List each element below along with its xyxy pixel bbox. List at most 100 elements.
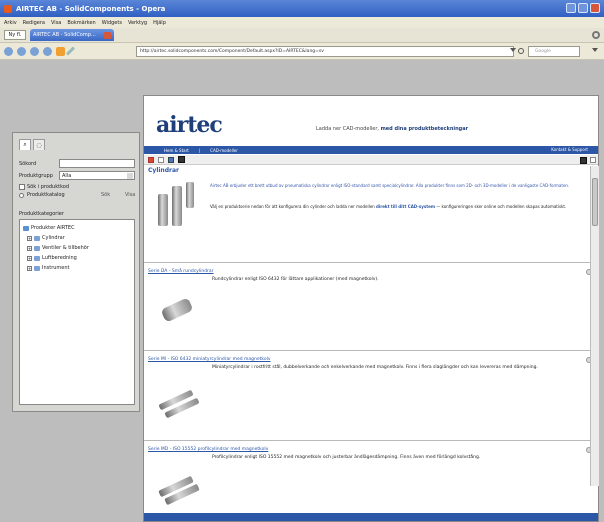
tree-node-root[interactable]: Produkter AIRTEC [23, 223, 131, 233]
airtec-logo[interactable]: airtec [156, 112, 223, 138]
menu-item-widgets[interactable]: Widgets [102, 20, 122, 26]
tree-node-label: Instrument [42, 265, 70, 271]
search-dropdown-icon[interactable] [592, 48, 598, 52]
product-code-checkbox[interactable] [19, 184, 25, 190]
show-button[interactable]: Visa [125, 192, 135, 198]
product-item: Serie MI - ISO 6432 miniatyrcylindrar me… [144, 350, 598, 438]
cylinders-image [158, 182, 202, 234]
window-title: AIRTEC AB - SolidComponents - Opera [16, 4, 166, 13]
close-icon[interactable] [148, 156, 154, 163]
rewind-button[interactable] [30, 46, 39, 56]
expand-icon[interactable]: + [27, 245, 32, 251]
folder-icon [34, 245, 40, 251]
nav-link-contact[interactable]: Kontakt & Support [551, 147, 588, 152]
menu-item-bookmarks[interactable]: Bokmärken [67, 20, 95, 26]
view-icons [580, 157, 596, 164]
address-dropdown-icon[interactable] [510, 48, 516, 52]
home-icon[interactable] [158, 156, 164, 163]
tree-node-label: Cylindrar [42, 235, 65, 241]
page-footer-bar [144, 513, 598, 521]
pen-icon[interactable] [65, 46, 76, 56]
page-scrollbar[interactable] [590, 166, 599, 486]
window-titlebar: AIRTEC AB - SolidComponents - Opera [0, 0, 604, 17]
stop-icon[interactable] [178, 156, 185, 163]
nav-link-home[interactable]: Hem & Start [164, 148, 189, 153]
opera-icon [4, 4, 12, 13]
fast-forward-button[interactable] [43, 46, 52, 56]
gear-icon[interactable] [592, 31, 600, 39]
tree-node-label: Produkter AIRTEC [31, 225, 75, 231]
expand-icon[interactable]: + [27, 265, 32, 271]
tab-bar: Ny fl. AIRTEC AB - SolidComp... [0, 28, 604, 43]
product-item: Serie DA - Små rundcylindrar Rundcylindr… [144, 262, 598, 348]
search-button[interactable]: Sök [101, 192, 110, 198]
expand-icon[interactable]: + [27, 255, 32, 261]
product-title-link[interactable]: Serie MI - ISO 6432 miniatyrcylindrar me… [148, 357, 271, 362]
product-title-link[interactable]: Serie DA - Små rundcylindrar [148, 269, 214, 274]
menu-item-file[interactable]: Arkiv [4, 20, 17, 26]
menu-item-tools[interactable]: Verktyg [128, 20, 147, 26]
search-panel: ⌕ ◌ Sökord Produktgrupp Alla Sök i produ… [12, 132, 140, 412]
intro-description-2: Välj en produktserie nedan för att konfi… [210, 204, 590, 210]
intro-text-post: — konfigureringen sker online och modell… [435, 204, 567, 209]
tagline-text: Ladda ner CAD-modeller, [316, 126, 381, 132]
web-page: airtec Ladda ner CAD-modeller, med dina … [143, 95, 599, 522]
product-image [156, 469, 202, 509]
categories-label: Produktkategorier [19, 211, 64, 217]
page-tagline: Ladda ner CAD-modeller, med dina produkt… [316, 126, 468, 132]
tree-node-instruments[interactable]: + Instrument [23, 263, 131, 273]
tree-node-label: Luftberedning [42, 255, 77, 261]
forward-button[interactable] [17, 46, 26, 56]
menu-item-view[interactable]: Visa [51, 20, 61, 26]
product-description: Profilcylindrar enligt ISO 15552 med mag… [212, 455, 481, 460]
menu-item-edit[interactable]: Redigera [23, 20, 45, 26]
category-tree: Produkter AIRTEC + Cylindrar + Ventiler … [19, 219, 135, 405]
chevron-down-icon [127, 173, 133, 179]
navigation-bar: http://airtec.solidcomponents.com/Compon… [0, 43, 604, 60]
search-tab-icon[interactable]: ⌕ [19, 139, 31, 150]
radio-label: Produktkatalog [27, 192, 65, 198]
maximize-button[interactable] [578, 3, 588, 13]
expand-icon[interactable]: + [27, 235, 32, 241]
window-controls [566, 3, 600, 13]
product-description: Miniatyrcylindrar i rostfritt stål, dubb… [212, 365, 538, 370]
menu-item-help[interactable]: Hjälp [153, 20, 166, 26]
close-window-button[interactable] [590, 3, 600, 13]
tree-node-valves[interactable]: + Ventiler & tillbehör [23, 243, 131, 253]
product-group-select[interactable]: Alla [59, 171, 135, 180]
history-tab-icon[interactable]: ◌ [33, 139, 45, 150]
product-item: Serie MD - ISO 15552 profilcylindrar med… [144, 440, 598, 512]
product-group-value: Alla [62, 173, 72, 179]
forward-icon[interactable] [168, 156, 174, 163]
intro-text-pre: Välj en produktserie nedan för att konfi… [210, 204, 376, 209]
minimize-button[interactable] [566, 3, 576, 13]
keyword-input[interactable] [59, 159, 135, 168]
grid-view-icon[interactable] [580, 157, 587, 164]
scrollbar-thumb[interactable] [592, 178, 598, 226]
product-image [158, 291, 198, 331]
tree-node-air-prep[interactable]: + Luftberedning [23, 253, 131, 263]
folder-icon [34, 255, 40, 261]
checkbox-label: Sök i produktkod [27, 184, 70, 190]
intro-description: Airtec AB erbjuder ett brett utbud av pn… [210, 183, 570, 188]
list-view-icon[interactable] [590, 157, 596, 163]
product-title-link[interactable]: Serie MD - ISO 15552 profilcylindrar med… [148, 447, 268, 452]
close-tab-icon[interactable] [104, 31, 111, 39]
section-title: Cylindrar [148, 167, 179, 174]
back-button[interactable] [4, 46, 13, 56]
keyword-label: Sökord [19, 161, 37, 167]
new-tab-button[interactable]: Ny fl. [4, 30, 26, 40]
tree-node-cylinders[interactable]: + Cylindrar [23, 233, 131, 243]
nav-link-cad[interactable]: CAD-modeller [210, 148, 238, 153]
search-input[interactable]: Google [528, 46, 580, 57]
search-engine-icon[interactable] [518, 48, 524, 54]
address-bar[interactable]: http://airtec.solidcomponents.com/Compon… [136, 46, 514, 57]
catalog-radio[interactable] [19, 193, 24, 198]
folder-icon [23, 225, 29, 231]
folder-icon [34, 235, 40, 241]
browser-tab-active[interactable]: AIRTEC AB - SolidComp... [30, 29, 114, 41]
product-image [156, 381, 202, 421]
intro-text-bold: direkt till ditt CAD-system [376, 204, 436, 209]
site-nav-bar: Hem & Start | CAD-modeller Kontakt & Sup… [144, 146, 598, 154]
home-icon[interactable] [56, 46, 65, 56]
